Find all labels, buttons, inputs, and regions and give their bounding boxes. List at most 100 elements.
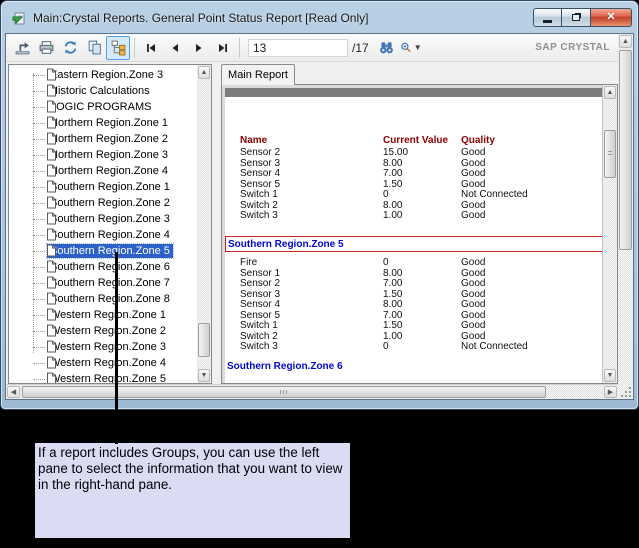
close-icon: ✕ (606, 12, 615, 23)
main-area: Eastern Region.Zone 3 Historic Calculati… (6, 62, 618, 384)
tree-item[interactable]: Southern Region.Zone 1 (9, 179, 197, 195)
previous-page-button[interactable] (163, 36, 187, 60)
callout-note: If a report includes Groups, you can use… (35, 443, 350, 538)
report-page: Name Current Value Quality P Sensor 2 15… (225, 97, 608, 383)
first-page-button[interactable] (139, 36, 163, 60)
close-button[interactable]: ✕ (591, 8, 632, 27)
report-scrollbar-thumb[interactable] (604, 130, 616, 178)
window-vertical-scrollbar[interactable]: ▲ (618, 34, 633, 384)
tree-item-label: Southern Region.Zone 2 (47, 196, 173, 210)
next-page-button[interactable] (187, 36, 211, 60)
previous-page-icon (168, 41, 182, 55)
cell-current-value: 1.00 (383, 210, 402, 221)
report-row: Sensor 5 7.00 Good S (225, 310, 608, 321)
cell-quality: Good (461, 268, 485, 279)
tree-vertical-scrollbar[interactable]: ▲ ▼ (197, 65, 211, 383)
tree-item[interactable]: LOGIC PROGRAMS (9, 99, 197, 115)
export-icon (14, 39, 31, 56)
refresh-button[interactable] (58, 36, 82, 60)
tree-item-label: Southern Region.Zone 8 (47, 292, 173, 306)
title-bar[interactable]: Main:Crystal Reports. General Point Stat… (5, 3, 634, 32)
tree-item[interactable]: Southern Region.Zone 6 (9, 259, 197, 275)
tree-item[interactable]: Western Region.Zone 5 (9, 371, 197, 383)
tree-item-label: Southern Region.Zone 3 (47, 212, 173, 226)
report-row: Fire 0 Good S (225, 257, 608, 268)
copy-button[interactable] (82, 36, 106, 60)
report-row: Sensor 4 8.00 Good S (225, 299, 608, 310)
page-number-input[interactable]: 13 (248, 39, 348, 57)
report-row: Switch 3 1.00 Good S (225, 210, 608, 221)
refresh-icon (62, 39, 79, 56)
report-page-icon (46, 132, 57, 145)
report-page-icon (46, 324, 57, 337)
tab-label: Main Report (228, 69, 288, 81)
tree-item-label: Southern Region.Zone 4 (47, 228, 173, 242)
tree-item-label: Northern Region.Zone 4 (47, 164, 171, 178)
report-page-icon (46, 148, 57, 161)
find-button[interactable] (375, 36, 399, 60)
tree-item-label: Western Region.Zone 4 (47, 356, 169, 370)
window-vscrollbar-thumb[interactable] (619, 50, 632, 250)
last-page-button[interactable] (211, 36, 235, 60)
group-tree-pane: Eastern Region.Zone 3 Historic Calculati… (8, 64, 212, 384)
callout-text: If a report includes Groups, you can use… (38, 445, 342, 492)
selected-group-box[interactable]: Southern Region.Zone 5 (225, 236, 608, 252)
minimize-button[interactable] (533, 8, 562, 27)
cell-quality: Not Connected (461, 341, 528, 352)
window-horizontal-scrollbar[interactable]: ◀ ▶ (6, 384, 618, 399)
scroll-up-arrow-icon[interactable]: ▲ (619, 35, 632, 48)
scroll-down-arrow-icon[interactable]: ▼ (604, 369, 616, 382)
tree-item[interactable]: Southern Region.Zone 2 (9, 195, 197, 211)
tree-item[interactable]: Northern Region.Zone 1 (9, 115, 197, 131)
scroll-down-arrow-icon[interactable]: ▼ (198, 369, 210, 382)
cell-current-value: 8.00 (383, 268, 402, 279)
toolbar-separator (134, 38, 135, 58)
tree-scrollbar-thumb[interactable] (198, 323, 210, 357)
cell-current-value: 8.00 (383, 158, 402, 169)
cell-quality: Good (461, 179, 485, 190)
cell-quality: Good (461, 278, 485, 289)
tree-item[interactable]: Southern Region.Zone 5 (9, 243, 197, 259)
tree-item[interactable]: Western Region.Zone 1 (9, 307, 197, 323)
tree-item[interactable]: Western Region.Zone 2 (9, 323, 197, 339)
window-hscrollbar-thumb[interactable] (22, 386, 546, 398)
tree-item[interactable]: Western Region.Zone 4 (9, 355, 197, 371)
cell-quality: Good (461, 310, 485, 321)
tree-item[interactable]: Southern Region.Zone 4 (9, 227, 197, 243)
scroll-up-arrow-icon[interactable]: ▲ (198, 66, 210, 79)
export-button[interactable] (10, 36, 34, 60)
toggle-group-tree-button[interactable] (106, 36, 130, 60)
report-page-icon (46, 260, 57, 273)
tree-item[interactable]: Southern Region.Zone 3 (9, 211, 197, 227)
zoom-button[interactable]: ▼ (399, 36, 423, 60)
page-total-label: /17 (352, 41, 369, 55)
scroll-right-arrow-icon[interactable]: ▶ (604, 386, 617, 398)
cell-current-value: 7.00 (383, 168, 402, 179)
report-vertical-scrollbar[interactable]: ▲ ▼ (602, 85, 617, 383)
tree-item[interactable]: Northern Region.Zone 4 (9, 163, 197, 179)
scroll-up-arrow-icon[interactable]: ▲ (604, 86, 616, 99)
magnifier-icon (400, 39, 412, 56)
tree-item[interactable]: Historic Calculations (9, 83, 197, 99)
tree-item[interactable]: Southern Region.Zone 7 (9, 275, 197, 291)
report-page-icon (46, 228, 57, 241)
tree-item[interactable]: Southern Region.Zone 8 (9, 291, 197, 307)
cell-current-value: 8.00 (383, 299, 402, 310)
minimize-icon (543, 20, 552, 23)
group-header-zone5: Southern Region.Zone 5 (228, 239, 344, 250)
scroll-left-arrow-icon[interactable]: ◀ (7, 386, 20, 398)
cell-name: Switch 1 (240, 189, 278, 200)
report-column-headers: Name Current Value Quality P (225, 135, 608, 147)
tree-item[interactable]: Eastern Region.Zone 3 (9, 67, 197, 83)
cell-name: Switch 3 (240, 341, 278, 352)
tree-item-label: Northern Region.Zone 2 (47, 132, 171, 146)
group-header-zone6: Southern Region.Zone 6 (227, 361, 343, 372)
resize-grip[interactable] (618, 384, 633, 399)
thumb-grip (608, 151, 612, 157)
tree-item[interactable]: Northern Region.Zone 2 (9, 131, 197, 147)
restore-button[interactable] (562, 8, 591, 27)
tab-main-report[interactable]: Main Report (221, 64, 295, 85)
print-button[interactable] (34, 36, 58, 60)
tree-item[interactable]: Western Region.Zone 3 (9, 339, 197, 355)
tree-item[interactable]: Northern Region.Zone 3 (9, 147, 197, 163)
